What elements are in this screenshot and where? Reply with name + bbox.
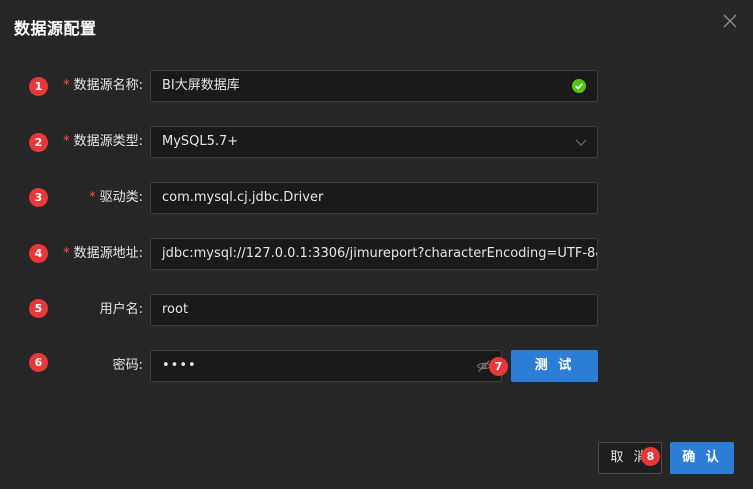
required-mark: * (63, 246, 70, 261)
datasource-type-value: MySQL5.7+ (162, 134, 239, 149)
username-input[interactable]: root (150, 294, 598, 326)
field-username: 5 用户名: root (0, 294, 753, 326)
step-badge: 2 (29, 133, 48, 152)
username-label: 用户名: (99, 302, 143, 317)
datasource-name-input[interactable]: BI大屏数据库 (150, 70, 598, 102)
field-datasource-type: 2 * 数据源类型: MySQL5.7+ (0, 126, 753, 158)
username-value: root (162, 302, 189, 317)
datasource-url-label-text: 数据源地址: (73, 246, 143, 261)
password-label: 密码: (112, 358, 143, 373)
dialog-title: 数据源配置 (14, 19, 97, 38)
step-badge: 5 (29, 299, 48, 318)
datasource-url-label: * 数据源地址: (63, 238, 143, 270)
field-datasource-url: 4 * 数据源地址: jdbc:mysql://127.0.0.1:3306/ji… (0, 238, 753, 270)
datasource-name-label-text: 数据源名称: (73, 78, 143, 93)
step-badge: 4 (29, 244, 48, 263)
check-circle-icon (572, 79, 586, 93)
datasource-url-input[interactable]: jdbc:mysql://127.0.0.1:3306/jimureport?c… (150, 238, 598, 270)
password-input[interactable]: •••• (150, 350, 502, 382)
datasource-type-label: * 数据源类型: (63, 126, 143, 158)
datasource-url-value: jdbc:mysql://127.0.0.1:3306/jimureport?c… (162, 246, 598, 261)
datasource-name-label: * 数据源名称: (63, 70, 143, 102)
required-mark: * (63, 78, 70, 93)
step-badge: 6 (29, 353, 48, 372)
datasource-name-value: BI大屏数据库 (162, 78, 240, 93)
test-connection-button[interactable]: 测 试 (511, 350, 598, 382)
field-password: 6 密码: •••• 7 测 试 (0, 350, 753, 382)
field-datasource-name: 1 * 数据源名称: BI大屏数据库 (0, 70, 753, 102)
driver-class-label-text: 驱动类: (99, 190, 143, 205)
step-badge: 1 (29, 77, 48, 96)
password-value: •••• (162, 358, 197, 373)
step-badge: 3 (29, 188, 48, 207)
driver-class-input[interactable]: com.mysql.cj.jdbc.Driver (150, 182, 598, 214)
close-icon[interactable] (720, 11, 740, 31)
datasource-type-label-text: 数据源类型: (73, 134, 143, 149)
chevron-down-icon[interactable] (573, 134, 589, 150)
datasource-config-dialog: 数据源配置 1 * 数据源名称: BI大屏数据库 2 * 数据源类型: MySQL5… (0, 0, 753, 489)
driver-class-label: * 驱动类: (89, 182, 143, 214)
required-mark: * (89, 190, 96, 205)
datasource-type-select[interactable]: MySQL5.7+ (150, 126, 598, 158)
driver-class-value: com.mysql.cj.jdbc.Driver (162, 190, 324, 205)
step-badge: 7 (489, 357, 508, 376)
confirm-button[interactable]: 确 认 (670, 442, 734, 474)
required-mark: * (63, 134, 70, 149)
field-driver-class: 3 * 驱动类: com.mysql.cj.jdbc.Driver (0, 182, 753, 214)
step-badge: 8 (641, 447, 660, 466)
